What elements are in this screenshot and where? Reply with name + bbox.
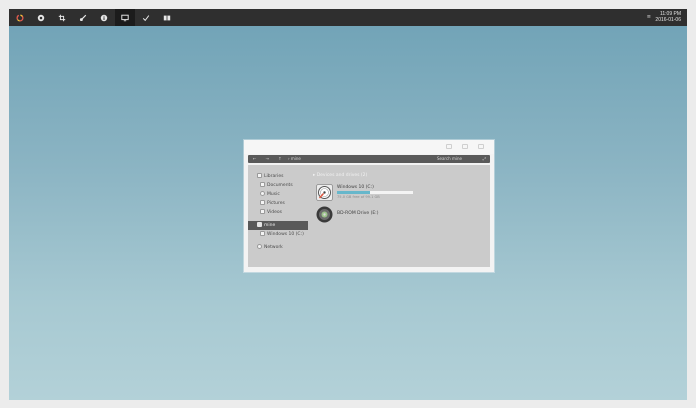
video-icon bbox=[260, 209, 265, 214]
nav-item-pictures[interactable]: Pictures bbox=[248, 199, 320, 208]
drive-name: BD-ROM Drive (E:) bbox=[337, 211, 379, 216]
drive-item-c[interactable]: Windows 10 (C:) 75.0 GB free of 99.1 GB bbox=[316, 184, 476, 202]
nav-item-label: Network bbox=[264, 245, 283, 250]
nav-item-label: Windows 10 (C:) bbox=[267, 232, 304, 237]
drive-name: Windows 10 (C:) bbox=[337, 185, 374, 190]
music-note-icon bbox=[260, 191, 265, 196]
libraries-icon bbox=[257, 173, 262, 178]
computer-icon bbox=[257, 222, 262, 227]
close-button[interactable] bbox=[478, 144, 484, 149]
nav-item-drive-c[interactable]: Windows 10 (C:) bbox=[248, 230, 320, 239]
nav-item-label: Music bbox=[267, 192, 280, 197]
drive-usage-fill bbox=[337, 191, 370, 194]
picture-icon bbox=[260, 200, 265, 205]
document-icon bbox=[260, 182, 265, 187]
minimize-button[interactable] bbox=[446, 144, 452, 149]
network-icon bbox=[257, 244, 262, 249]
address-bar[interactable]: ← → ↑ › mine Search mine ⤢ bbox=[248, 155, 490, 163]
system-clock[interactable]: 11:09 PM 2016-01-06 bbox=[655, 11, 681, 23]
crop-icon[interactable] bbox=[52, 9, 72, 26]
film-icon[interactable] bbox=[157, 9, 177, 26]
nav-item-label: Pictures bbox=[267, 201, 285, 206]
tray-menu-icon[interactable]: ≡ bbox=[647, 14, 651, 20]
nav-item-libraries[interactable]: Libraries bbox=[248, 172, 317, 181]
nav-item-documents[interactable]: Documents bbox=[248, 181, 320, 190]
colorful-logo-icon[interactable] bbox=[10, 9, 30, 26]
search-input[interactable]: Search mine bbox=[437, 155, 462, 163]
monitor-icon[interactable] bbox=[115, 9, 135, 26]
file-explorer-window: ← → ↑ › mine Search mine ⤢ Libraries Doc… bbox=[244, 140, 494, 272]
nav-item-videos[interactable]: Videos bbox=[248, 208, 320, 217]
explorer-content: Libraries Documents Music Pictures Video… bbox=[248, 165, 490, 267]
expand-icon[interactable]: ⤢ bbox=[483, 155, 486, 163]
clock-date: 2016-01-06 bbox=[655, 17, 681, 23]
drive-free-space: 75.0 GB free of 99.1 GB bbox=[337, 195, 380, 199]
taskbar: ≡ 11:09 PM 2016-01-06 bbox=[9, 9, 687, 26]
maximize-button[interactable] bbox=[462, 144, 468, 149]
nav-item-label: Videos bbox=[267, 210, 282, 215]
info-icon[interactable] bbox=[94, 9, 114, 26]
drive-icon bbox=[260, 231, 265, 236]
brush-icon[interactable] bbox=[73, 9, 93, 26]
nav-item-computer[interactable]: mine bbox=[248, 221, 308, 230]
nav-item-network[interactable]: Network bbox=[248, 243, 317, 252]
nav-item-label: Documents bbox=[267, 183, 293, 188]
address-path[interactable]: › mine bbox=[288, 155, 301, 163]
navigation-arrows-icon[interactable]: ← → ↑ bbox=[253, 155, 286, 163]
navigation-pane: Libraries Documents Music Pictures Video… bbox=[248, 165, 308, 267]
devices-group-header[interactable]: ▸ Devices and drives (2) bbox=[313, 173, 367, 178]
record-icon[interactable] bbox=[31, 9, 51, 26]
drive-item-e[interactable]: BD-ROM Drive (E:) bbox=[316, 206, 476, 224]
hard-drive-icon bbox=[316, 184, 333, 201]
desktop-frame: ≡ 11:09 PM 2016-01-06 ← → ↑ › mine Searc… bbox=[9, 9, 687, 400]
drive-usage-bar bbox=[337, 191, 413, 194]
checkmark-icon[interactable] bbox=[136, 9, 156, 26]
nav-item-label: mine bbox=[264, 223, 276, 228]
window-titlebar[interactable] bbox=[244, 140, 494, 154]
nav-item-music[interactable]: Music bbox=[248, 190, 320, 199]
nav-item-label: Libraries bbox=[264, 174, 284, 179]
optical-disc-icon bbox=[316, 206, 333, 223]
